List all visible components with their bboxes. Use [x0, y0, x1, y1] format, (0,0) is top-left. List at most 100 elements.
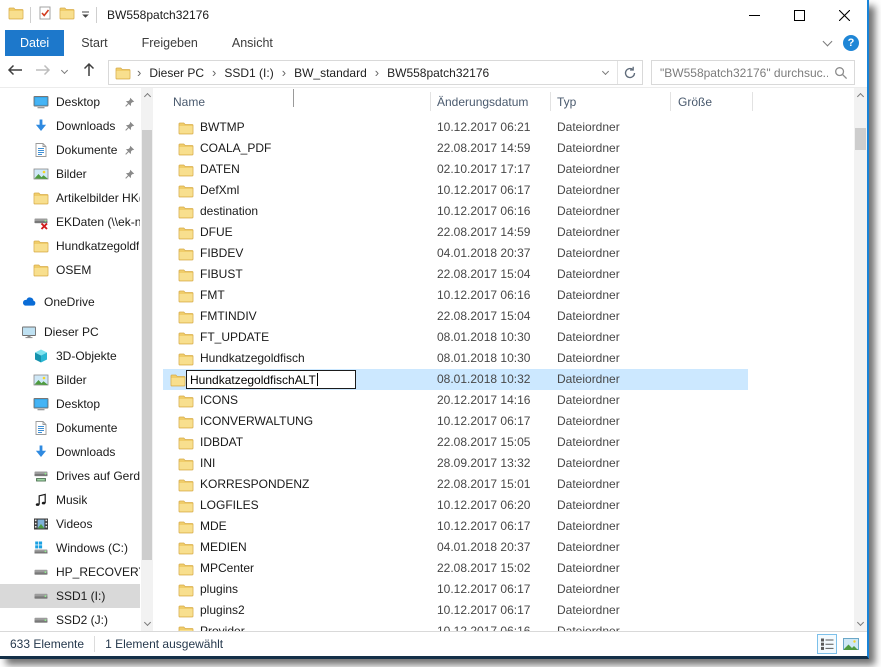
sidebar-item-osem[interactable]: OSEM: [0, 258, 140, 282]
column-header-date[interactable]: Änderungsdatum: [437, 95, 528, 109]
file-row-logfiles[interactable]: LOGFILES10.12.2017 06:20Dateiordner: [163, 495, 854, 516]
search-icon[interactable]: [828, 66, 854, 80]
sidebar-item-artikelbilder-hk[interactable]: Artikelbilder HK(: [0, 186, 140, 210]
file-list-scrollbar-thumb[interactable]: [855, 128, 866, 150]
file-row-plugins2[interactable]: plugins210.12.2017 06:17Dateiordner: [163, 600, 854, 621]
file-row-provider[interactable]: Provider10.12.2017 06:16Dateiordner: [163, 621, 854, 631]
sidebar-item-desktop[interactable]: Desktop: [0, 90, 140, 114]
ribbon-expand-chevron-icon[interactable]: [823, 37, 833, 47]
tab-start[interactable]: Start: [64, 30, 124, 56]
file-row-mde[interactable]: MDE10.12.2017 06:17Dateiordner: [163, 516, 854, 537]
sidebar-item-dokumente[interactable]: Dokumente: [0, 138, 140, 162]
file-row-hundkatzegoldfischalt[interactable]: HundkatzegoldfischALT08.01.2018 10:32Dat…: [163, 369, 854, 390]
column-header-name[interactable]: Name: [173, 95, 205, 109]
breadcrumb-dieser-pc[interactable]: Dieser PC: [143, 66, 210, 80]
address-dropdown-chevron-icon[interactable]: [593, 61, 617, 84]
sidebar-item-bilder[interactable]: Bilder: [0, 368, 140, 392]
file-type: Dateiordner: [557, 435, 620, 449]
rename-text: HundkatzegoldfischALT: [190, 373, 316, 387]
maximize-button[interactable]: [777, 0, 822, 30]
file-name: BWTMP: [200, 120, 245, 134]
breadcrumb-bw-standard[interactable]: BW_standard: [288, 66, 373, 80]
breadcrumb-current-folder[interactable]: BW558patch32176: [381, 66, 495, 80]
file-row-fmt[interactable]: FMT10.12.2017 06:16Dateiordner: [163, 285, 854, 306]
quick-access-toolbar: [0, 5, 97, 26]
file-row-mpcenter[interactable]: MPCenter22.08.2017 15:02Dateiordner: [163, 558, 854, 579]
file-row-defxml[interactable]: DefXml10.12.2017 06:17Dateiordner: [163, 180, 854, 201]
list-scroll-up-icon[interactable]: [854, 88, 867, 102]
sidebar-item-musik[interactable]: Musik: [0, 488, 140, 512]
column-header-type[interactable]: Typ: [557, 95, 576, 109]
sidebar-item-drives-auf-gerds[interactable]: Drives auf Gerds: [0, 464, 140, 488]
file-row-plugins[interactable]: plugins10.12.2017 06:17Dateiordner: [163, 579, 854, 600]
file-row-fibust[interactable]: FIBUST22.08.2017 15:04Dateiordner: [163, 264, 854, 285]
file-row-dfue[interactable]: DFUE22.08.2017 14:59Dateiordner: [163, 222, 854, 243]
folder-icon: [178, 561, 194, 580]
file-list-scrollbar[interactable]: [854, 88, 867, 631]
sidebar-item-videos[interactable]: Videos: [0, 512, 140, 536]
sidebar-item-label: Artikelbilder HK(: [56, 191, 140, 205]
sidebar-scroll-down-icon[interactable]: [141, 617, 153, 631]
sidebar-item-ssd2-j[interactable]: SSD2 (J:): [0, 608, 140, 631]
pictures-icon: [33, 166, 49, 182]
sidebar-item-desktop[interactable]: Desktop: [0, 392, 140, 416]
address-bar[interactable]: › Dieser PC › SSD1 (I:) › BW_standard › …: [108, 60, 643, 85]
file-date: 22.08.2017 15:02: [437, 561, 530, 575]
file-row-bwtmp[interactable]: BWTMP10.12.2017 06:21Dateiordner: [163, 117, 854, 138]
sidebar-item-downloads[interactable]: Downloads: [0, 114, 140, 138]
file-row-coala-pdf[interactable]: COALA_PDF22.08.2017 14:59Dateiordner: [163, 138, 854, 159]
title-bar: BW558patch32176: [0, 0, 867, 30]
file-row-iconverwaltung[interactable]: ICONVERWALTUNG10.12.2017 06:17Dateiordne…: [163, 411, 854, 432]
search-input[interactable]: "BW558patch32176" durchsuc...: [651, 60, 855, 85]
sidebar-item-hundkatzegoldf[interactable]: Hundkatzegoldf: [0, 234, 140, 258]
sidebar-scroll-up-icon[interactable]: [141, 88, 153, 102]
list-scroll-down-icon[interactable]: [854, 617, 867, 631]
breadcrumb-ssd1[interactable]: SSD1 (I:): [218, 66, 279, 80]
sidebar-item-downloads[interactable]: Downloads: [0, 440, 140, 464]
sidebar-item-3d-objekte[interactable]: 3D-Objekte: [0, 344, 140, 368]
sidebar-item-ssd1-i[interactable]: SSD1 (I:): [0, 584, 140, 608]
recent-locations-chevron-icon[interactable]: [61, 67, 68, 74]
sidebar-scrollbar[interactable]: [141, 88, 153, 631]
file-row-icons[interactable]: ICONS20.12.2017 14:16Dateiordner: [163, 390, 854, 411]
file-row-daten[interactable]: DATEN02.10.2017 17:17Dateiordner: [163, 159, 854, 180]
close-button[interactable]: [822, 0, 867, 30]
file-row-fibdev[interactable]: FIBDEV04.01.2018 20:37Dateiordner: [163, 243, 854, 264]
sidebar-item-dokumente[interactable]: Dokumente: [0, 416, 140, 440]
file-name: INI: [200, 456, 215, 470]
sidebar-scrollbar-thumb[interactable]: [142, 130, 152, 560]
tab-datei[interactable]: Datei: [5, 30, 64, 56]
sidebar-item-ekdaten-ek-n[interactable]: EKDaten (\\ek-n: [0, 210, 140, 234]
sidebar-item-dieser-pc[interactable]: Dieser PC: [0, 320, 140, 344]
file-row-hundkatzegoldfisch[interactable]: Hundkatzegoldfisch08.01.2018 10:30Dateio…: [163, 348, 854, 369]
qat-properties-icon[interactable]: [37, 5, 53, 26]
file-row-destination[interactable]: destination10.12.2017 06:16Dateiordner: [163, 201, 854, 222]
file-row-korrespondenz[interactable]: KORRESPONDENZ22.08.2017 15:01Dateiordner: [163, 474, 854, 495]
file-row-ft-update[interactable]: FT_UPDATE08.01.2018 10:30Dateiordner: [163, 327, 854, 348]
sidebar-item-hp-recovery[interactable]: HP_RECOVERY (: [0, 560, 140, 584]
file-row-ini[interactable]: INI28.09.2017 13:32Dateiordner: [163, 453, 854, 474]
column-header-size[interactable]: Größe: [678, 95, 712, 109]
tab-ansicht[interactable]: Ansicht: [215, 30, 290, 56]
file-row-fmtindiv[interactable]: FMTINDIV22.08.2017 15:04Dateiordner: [163, 306, 854, 327]
file-row-medien[interactable]: MEDIEN04.01.2018 20:37Dateiordner: [163, 537, 854, 558]
file-row-idbdat[interactable]: IDBDAT22.08.2017 15:05Dateiordner: [163, 432, 854, 453]
sidebar-item-bilder[interactable]: Bilder: [0, 162, 140, 186]
rename-input[interactable]: HundkatzegoldfischALT: [186, 370, 356, 389]
qat-new-folder-icon[interactable]: [59, 5, 75, 26]
help-icon[interactable]: ?: [843, 35, 859, 51]
back-button[interactable]: [6, 62, 24, 83]
qat-customize-caret-icon[interactable]: [81, 6, 90, 24]
large-icons-view-button[interactable]: [841, 634, 861, 654]
sidebar-item-label: Desktop: [56, 95, 100, 109]
refresh-icon[interactable]: [618, 61, 642, 84]
tab-freigeben[interactable]: Freigeben: [125, 30, 215, 56]
sidebar-item-onedrive[interactable]: OneDrive: [0, 290, 140, 314]
sidebar-item-windows-c[interactable]: Windows (C:): [0, 536, 140, 560]
up-button[interactable]: [81, 62, 97, 83]
folder-icon: [178, 330, 194, 349]
file-list: Name Änderungsdatum Typ Größe BWTMP10.12…: [163, 88, 854, 631]
minimize-button[interactable]: [732, 0, 777, 30]
details-view-button[interactable]: [817, 634, 837, 654]
forward-button[interactable]: [34, 62, 52, 83]
